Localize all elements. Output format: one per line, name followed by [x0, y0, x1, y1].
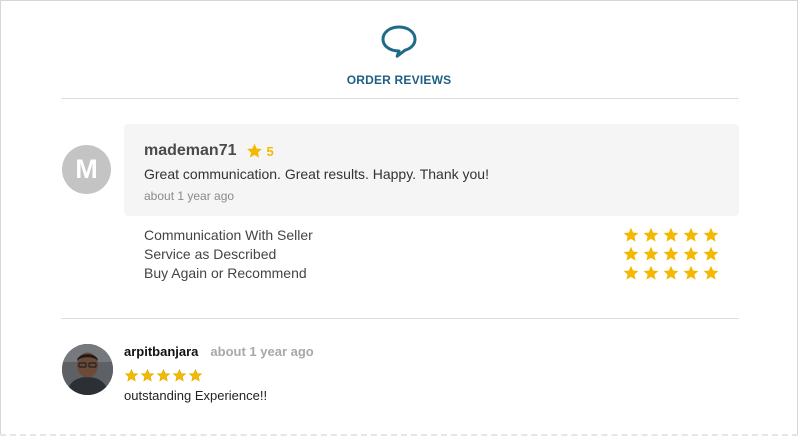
rating-row: Buy Again or Recommend — [144, 263, 720, 282]
star-rating — [124, 369, 203, 382]
star-icon — [124, 369, 139, 382]
star-icon — [683, 227, 699, 242]
review-text: outstanding Experience!! — [124, 388, 268, 403]
star-icon — [623, 246, 639, 261]
star-rating — [622, 227, 720, 243]
star-rating — [622, 246, 720, 262]
reviews-header: ORDER REVIEWS — [0, 24, 798, 87]
review-text: Great communication. Great results. Happ… — [144, 166, 489, 182]
reviewer-username[interactable]: mademan71 — [144, 142, 237, 160]
star-icon — [703, 246, 719, 261]
review-timestamp: about 1 year ago — [210, 344, 314, 359]
review-timestamp: about 1 year ago — [144, 189, 235, 203]
chat-bubble-icon — [380, 24, 418, 63]
rating-row: Service as Described — [144, 244, 720, 263]
rating-label: Communication With Seller — [144, 226, 313, 243]
review-divider — [61, 318, 739, 319]
star-icon — [623, 227, 639, 242]
star-icon — [683, 246, 699, 261]
star-icon — [683, 265, 699, 280]
rating-label: Service as Described — [144, 245, 277, 262]
avatar — [62, 344, 113, 395]
rating-row: Communication With Seller — [144, 225, 720, 244]
review-header: arpitbanjara about 1 year ago — [124, 344, 314, 359]
star-icon — [156, 369, 171, 382]
star-icon — [663, 246, 679, 261]
bottom-divider — [0, 434, 798, 436]
avatar: M — [62, 145, 111, 194]
star-icon — [663, 265, 679, 280]
star-rating — [622, 265, 720, 281]
star-icon — [703, 265, 719, 280]
reviewer-username[interactable]: arpitbanjara — [124, 344, 198, 359]
star-icon — [643, 246, 659, 261]
star-icon — [643, 227, 659, 242]
review-card: mademan71 5 Great communication. Great r… — [124, 124, 739, 216]
star-icon — [623, 265, 639, 280]
header-divider — [61, 98, 739, 99]
rating-breakdown: Communication With Seller Service as Des… — [144, 225, 720, 282]
star-icon — [188, 369, 203, 382]
review-score: 5 — [266, 143, 274, 159]
star-icon — [172, 369, 187, 382]
star-icon — [703, 227, 719, 242]
star-icon — [643, 265, 659, 280]
section-title: ORDER REVIEWS — [346, 73, 452, 87]
rating-label: Buy Again or Recommend — [144, 264, 307, 281]
star-icon — [246, 143, 263, 159]
star-icon — [663, 227, 679, 242]
star-icon — [140, 369, 155, 382]
